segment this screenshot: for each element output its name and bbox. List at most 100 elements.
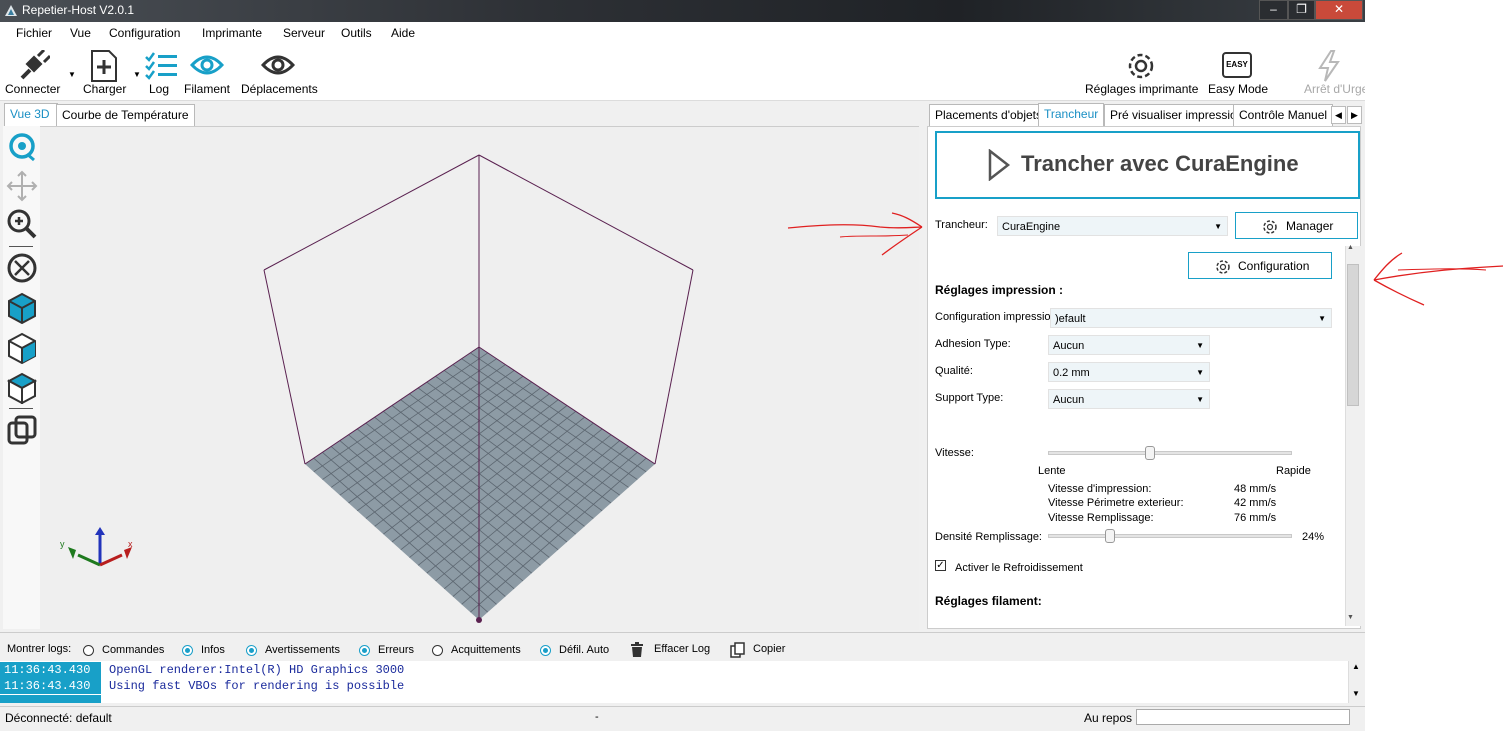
cooling-checkbox[interactable]: ✓ — [935, 560, 946, 571]
maximize-button[interactable]: ❐ — [1288, 0, 1315, 20]
cooling-label: Activer le Refroidissement — [955, 562, 1083, 574]
perimeter-speed-value: 42 mm/s — [1234, 497, 1277, 509]
print-config-select[interactable]: )efault ▼ — [1050, 308, 1332, 328]
axes-gizmo-icon: y x — [60, 527, 133, 567]
log-output[interactable]: 11:36:43.430 OpenGL renderer:Intel(R) HD… — [0, 661, 1365, 703]
support-select[interactable]: Aucun ▼ — [1048, 389, 1210, 409]
print-settings-heading: Réglages impression : — [935, 283, 1064, 297]
log-button[interactable]: Log — [143, 48, 179, 98]
moves-button[interactable]: Déplacements — [238, 48, 320, 98]
slicer-label: Trancheur: — [935, 219, 988, 231]
rotate-icon[interactable] — [6, 132, 38, 164]
printer-settings-label: Réglages imprimante — [1085, 82, 1199, 96]
menu-vue[interactable]: Vue — [70, 26, 91, 40]
filament-button[interactable]: Filament — [182, 48, 234, 98]
filament-settings-heading: Réglages filament: — [935, 594, 1042, 608]
minimize-button[interactable]: – — [1259, 0, 1288, 20]
infill-slider[interactable] — [1048, 529, 1292, 543]
moves-label: Déplacements — [241, 82, 318, 96]
infill-label: Densité Remplissage: — [935, 531, 1042, 543]
printer-state: Au repos — [1084, 711, 1133, 725]
3d-viewport[interactable]: y x — [40, 126, 919, 630]
menu-serveur[interactable]: Serveur — [283, 26, 325, 40]
quality-select[interactable]: 0.2 mm ▼ — [1048, 362, 1210, 382]
easy-mode-button[interactable]: EASY Easy Mode — [1205, 48, 1269, 98]
load-dropdown-icon[interactable]: ▼ — [133, 70, 141, 79]
top-view-icon[interactable] — [6, 372, 38, 404]
connect-button[interactable]: Connecter — [2, 48, 66, 98]
scroll-down-icon[interactable]: ▼ — [1352, 689, 1360, 698]
print-speed-value: 48 mm/s — [1234, 483, 1277, 495]
svg-text:y: y — [60, 539, 65, 549]
emergency-stop-button[interactable]: Arrêt d'Urgence — [1302, 48, 1365, 98]
gear-icon — [1128, 53, 1154, 79]
lightning-icon — [1318, 50, 1340, 82]
log-autoscroll-radio[interactable] — [540, 645, 551, 656]
progress-bar — [1136, 709, 1350, 725]
scroll-up-icon[interactable]: ▲ — [1352, 662, 1360, 671]
tab-vue-3d[interactable]: Vue 3D — [4, 103, 58, 126]
manager-button[interactable]: Manager — [1235, 212, 1358, 239]
log-filter-warnings-radio[interactable] — [246, 645, 257, 656]
adhesion-select[interactable]: Aucun ▼ — [1048, 335, 1210, 355]
play-icon — [988, 149, 1011, 181]
log-timestamp: 11:36:43.430 — [0, 662, 101, 678]
log-scrollbar[interactable]: ▲ ▼ — [1348, 661, 1365, 703]
menu-outils[interactable]: Outils — [341, 26, 372, 40]
chevron-down-icon: ▼ — [1196, 341, 1204, 350]
objects-icon[interactable] — [6, 414, 38, 446]
close-button[interactable]: ✕ — [1315, 0, 1363, 20]
log-filter-commands-label: Commandes — [102, 644, 165, 656]
infill-slider-thumb[interactable] — [1105, 529, 1115, 543]
svg-text:x: x — [128, 539, 133, 549]
move-icon[interactable] — [6, 170, 38, 202]
print-volume-scene: y x — [60, 154, 694, 623]
connect-dropdown-icon[interactable]: ▼ — [68, 70, 76, 79]
quality-value: 0.2 mm — [1053, 367, 1090, 379]
log-filter-errors-radio[interactable] — [359, 645, 370, 656]
tab-temperature-curve[interactable]: Courbe de Température — [56, 104, 195, 127]
tab-slicer[interactable]: Trancheur — [1038, 103, 1105, 126]
slice-button[interactable]: Trancher avec CuraEngine — [935, 131, 1360, 199]
speed-slider[interactable] — [1048, 446, 1292, 460]
front-view-icon[interactable] — [6, 292, 38, 324]
support-label: Support Type: — [935, 392, 1004, 404]
gear-icon — [1216, 260, 1230, 274]
slicer-select[interactable]: CuraEngine ▼ — [997, 216, 1228, 236]
log-filter-infos-radio[interactable] — [182, 645, 193, 656]
log-filter-commands-radio[interactable] — [83, 645, 94, 656]
scroll-down-icon[interactable]: ▼ — [1347, 614, 1354, 621]
tab-object-placement[interactable]: Placements d'objets — [929, 104, 1049, 127]
menu-aide[interactable]: Aide — [391, 26, 415, 40]
configuration-button[interactable]: Configuration — [1188, 252, 1332, 279]
connection-status: Déconnecté: default — [5, 711, 112, 725]
menu-configuration[interactable]: Configuration — [109, 26, 180, 40]
tab-scroll-left-icon[interactable]: ◀ — [1331, 106, 1346, 124]
trash-icon — [631, 642, 643, 657]
speed-label: Vitesse: — [935, 447, 974, 459]
gear-icon — [1263, 220, 1277, 234]
speed-slider-thumb[interactable] — [1145, 446, 1155, 460]
tab-print-preview[interactable]: Pré visualiser impression — [1104, 104, 1250, 127]
side-view-icon[interactable] — [6, 332, 38, 364]
printer-settings-button[interactable]: Réglages imprimante — [1083, 48, 1201, 98]
log-filter-warnings-label: Avertissements — [265, 644, 340, 656]
log-filter-infos-label: Infos — [201, 644, 225, 656]
filament-label: Filament — [184, 82, 231, 96]
fit-view-icon[interactable] — [6, 252, 38, 284]
settings-scrollbar[interactable]: ▲ ▼ — [1345, 244, 1361, 626]
load-button[interactable]: Charger — [80, 48, 130, 98]
connect-label: Connecter — [5, 82, 61, 96]
tab-manual-control[interactable]: Contrôle Manuel — [1233, 104, 1334, 127]
scrollbar-thumb[interactable] — [1347, 264, 1359, 406]
menu-imprimante[interactable]: Imprimante — [202, 26, 262, 40]
scroll-up-icon[interactable]: ▲ — [1347, 244, 1354, 251]
clear-log-label: Effacer Log — [654, 643, 711, 655]
menu-fichier[interactable]: Fichier — [16, 26, 52, 40]
tab-scroll-right-icon[interactable]: ▶ — [1347, 106, 1362, 124]
support-value: Aucun — [1053, 394, 1085, 406]
zoom-icon[interactable] — [6, 208, 38, 240]
view-tools-sidebar — [3, 126, 41, 629]
log-filter-acks-radio[interactable] — [432, 645, 443, 656]
perimeter-speed-label: Vitesse Périmetre exterieur: — [1048, 497, 1184, 509]
